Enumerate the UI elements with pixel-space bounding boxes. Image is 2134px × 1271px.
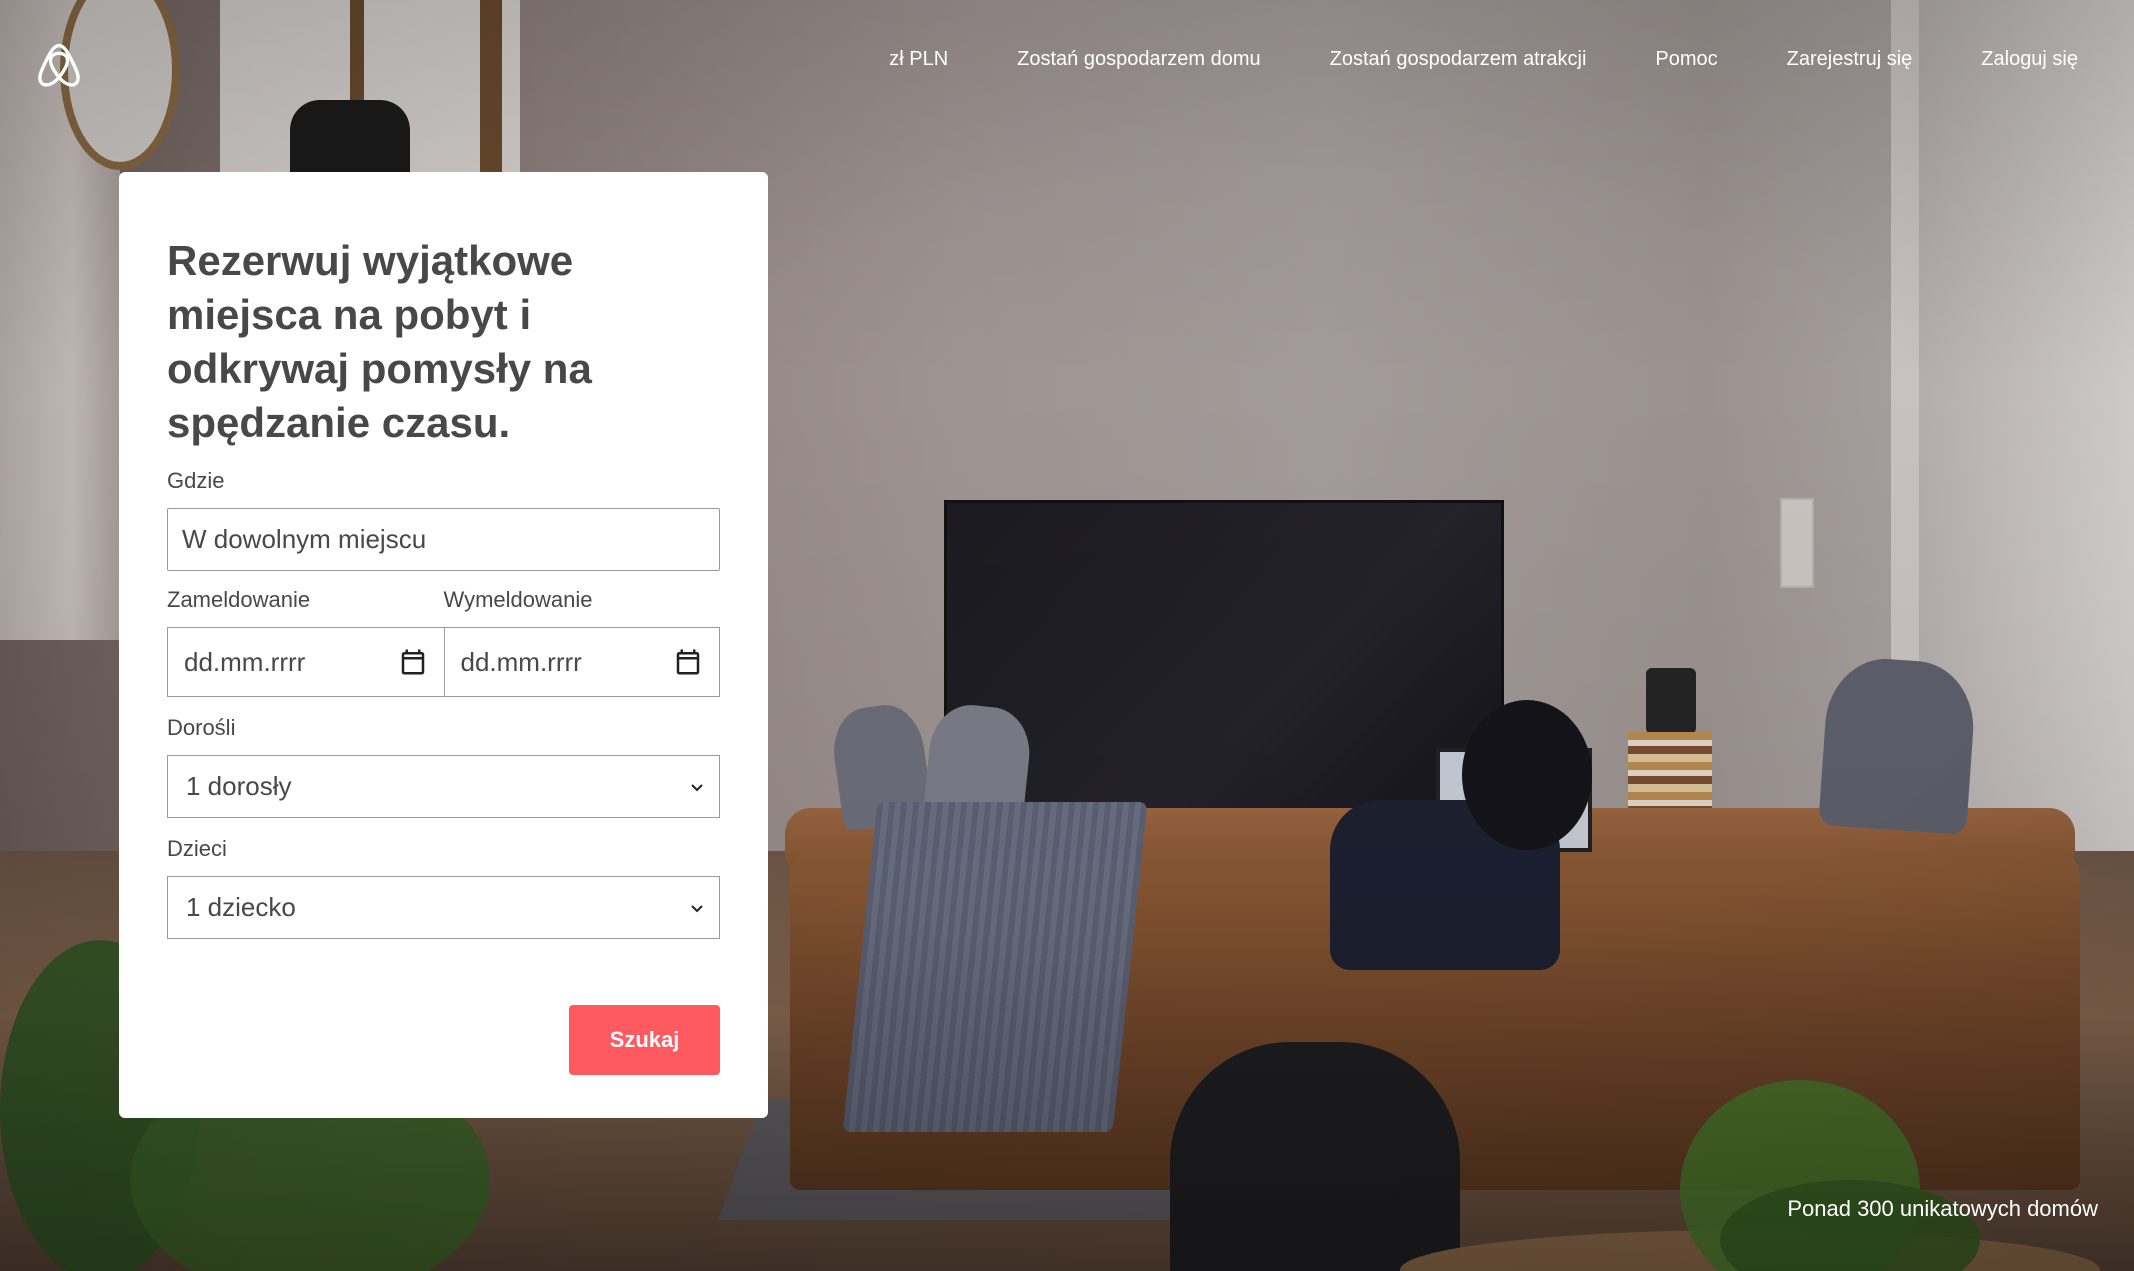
checkin-label: Zameldowanie (167, 587, 311, 612)
airbnb-logo-icon[interactable] (36, 42, 82, 90)
calendar-icon[interactable] (673, 647, 703, 677)
nav-help[interactable]: Pomoc (1655, 48, 1717, 71)
search-title: Rezerwuj wyjątkowe miejsca na pobyt i od… (167, 237, 592, 446)
chevron-down-icon (691, 783, 703, 791)
hero-caption: Ponad 300 unikatowych domów (1787, 1196, 2098, 1221)
adults-select[interactable]: 1 dorosły (167, 755, 720, 818)
top-nav: zł PLN Zostań gospodarzem domu Zostań go… (889, 48, 2078, 71)
nav-login[interactable]: Zaloguj się (1981, 48, 2078, 71)
nav-signup[interactable]: Zarejestruj się (1787, 48, 1913, 71)
adults-value: 1 dorosły (186, 771, 292, 801)
nav-currency[interactable]: zł PLN (889, 48, 948, 71)
search-card: Rezerwuj wyjątkowe miejsca na pobyt i od… (119, 172, 768, 1118)
children-label: Dzieci (167, 836, 227, 861)
submit-row: Szukaj (167, 1005, 720, 1075)
checkin-placeholder: dd.mm.rrrr (184, 646, 306, 677)
checkin-date-input[interactable]: dd.mm.rrrr (167, 627, 444, 697)
checkout-date-input[interactable]: dd.mm.rrrr (443, 627, 720, 697)
where-input[interactable] (167, 508, 720, 571)
chevron-down-icon (691, 904, 703, 912)
nav-host-experience[interactable]: Zostań gospodarzem atrakcji (1330, 48, 1587, 71)
adults-label: Dorośli (167, 715, 236, 740)
date-row: Zameldowanie dd.mm.rrrr Wymeldowanie dd.… (167, 571, 720, 697)
search-button[interactable]: Szukaj (569, 1005, 720, 1075)
children-value: 1 dziecko (186, 892, 296, 922)
checkout-placeholder: dd.mm.rrrr (460, 646, 582, 677)
checkout-group: Wymeldowanie dd.mm.rrrr (443, 571, 720, 697)
checkin-group: Zameldowanie dd.mm.rrrr (167, 571, 444, 697)
where-label: Gdzie (167, 468, 225, 493)
calendar-icon[interactable] (398, 647, 428, 677)
checkout-label: Wymeldowanie (443, 587, 593, 612)
children-select[interactable]: 1 dziecko (167, 876, 720, 939)
nav-host-home[interactable]: Zostań gospodarzem domu (1017, 48, 1260, 71)
